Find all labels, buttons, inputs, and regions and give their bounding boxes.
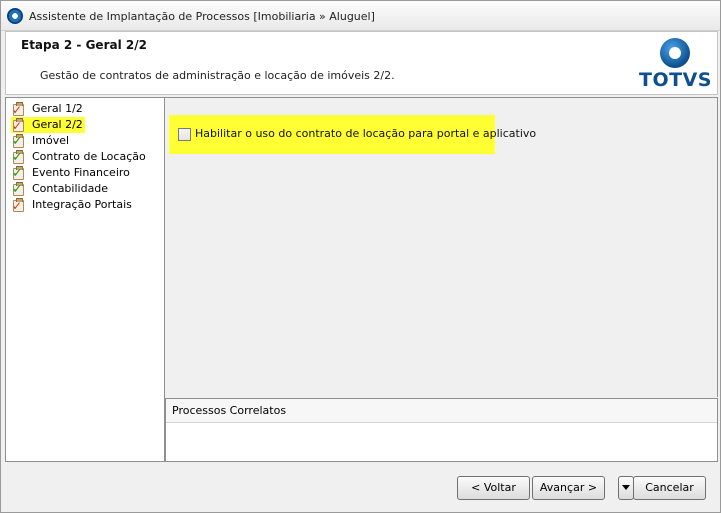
tree-item-geral-2[interactable]: ✓ Geral 2/2 [11, 117, 85, 133]
green-check-icon: ✓ [12, 182, 24, 197]
green-check-icon: ✓ [12, 134, 24, 149]
tree-item-contrato-locacao[interactable]: ✓ Contrato de Locação [11, 149, 164, 165]
step-content-panel: Habilitar o uso do contrato de locação p… [165, 97, 718, 397]
related-processes-header: Processos Correlatos [166, 399, 717, 423]
option-highlight: Habilitar o uso do contrato de locação p… [169, 115, 536, 154]
window-title: Assistente de Implantação de Processos [… [29, 10, 375, 23]
clipboard-icon: ✓ [12, 198, 24, 213]
totvs-logo-text: TOTVS [639, 69, 712, 91]
tree-item-contabilidade[interactable]: ✓ Contabilidade [11, 181, 164, 197]
tree-item-label: Integração Portais [32, 198, 132, 211]
tree-item-label: Evento Financeiro [32, 166, 130, 179]
tree-item-label: Geral 2/2 [30, 117, 85, 133]
clipboard-icon: ✓ [12, 118, 24, 133]
tree-item-imovel[interactable]: ✓ Imóvel [11, 133, 164, 149]
back-button[interactable]: < Voltar [457, 476, 530, 500]
tree-item-integracao-portais[interactable]: ✓ Integração Portais [11, 197, 164, 213]
next-button[interactable]: Avançar > [532, 476, 605, 500]
tree-item-evento-financeiro[interactable]: ✓ Evento Financeiro [11, 165, 164, 181]
tree-item-label: Imóvel [32, 134, 70, 147]
tree-item-label: Geral 1/2 [32, 102, 83, 115]
enable-portal-contract-label[interactable]: Habilitar o uso do contrato de locação p… [195, 127, 536, 140]
related-processes-panel: Processos Correlatos [165, 398, 718, 462]
green-check-icon: ✓ [12, 166, 24, 181]
totvs-logo-icon [660, 38, 690, 68]
steps-tree: ✓ Geral 1/2 ✓ Geral 2/2 ✓ Imóvel ✓ Contr… [5, 97, 165, 462]
tree-item-label: Contabilidade [32, 182, 109, 195]
step-description: Gestão de contratos de administração e l… [40, 69, 395, 82]
clipboard-icon: ✓ [12, 102, 24, 117]
options-dropdown-button[interactable] [618, 476, 634, 500]
cancel-button[interactable]: Cancelar [633, 476, 706, 500]
step-title: Etapa 2 - Geral 2/2 [21, 38, 147, 52]
chevron-down-icon [622, 484, 630, 490]
wizard-window: Assistente de Implantação de Processos [… [0, 0, 721, 513]
totvs-logo: TOTVS [639, 36, 711, 92]
green-check-icon: ✓ [12, 150, 24, 165]
tree-item-label: Contrato de Locação [32, 150, 146, 163]
app-icon [7, 8, 23, 24]
tree-item-geral-1[interactable]: ✓ Geral 1/2 [11, 101, 164, 117]
enable-portal-contract-checkbox[interactable] [178, 128, 191, 141]
step-header: Etapa 2 - Geral 2/2 Gestão de contratos … [5, 31, 718, 95]
title-bar[interactable]: Assistente de Implantação de Processos [… [1, 1, 720, 31]
